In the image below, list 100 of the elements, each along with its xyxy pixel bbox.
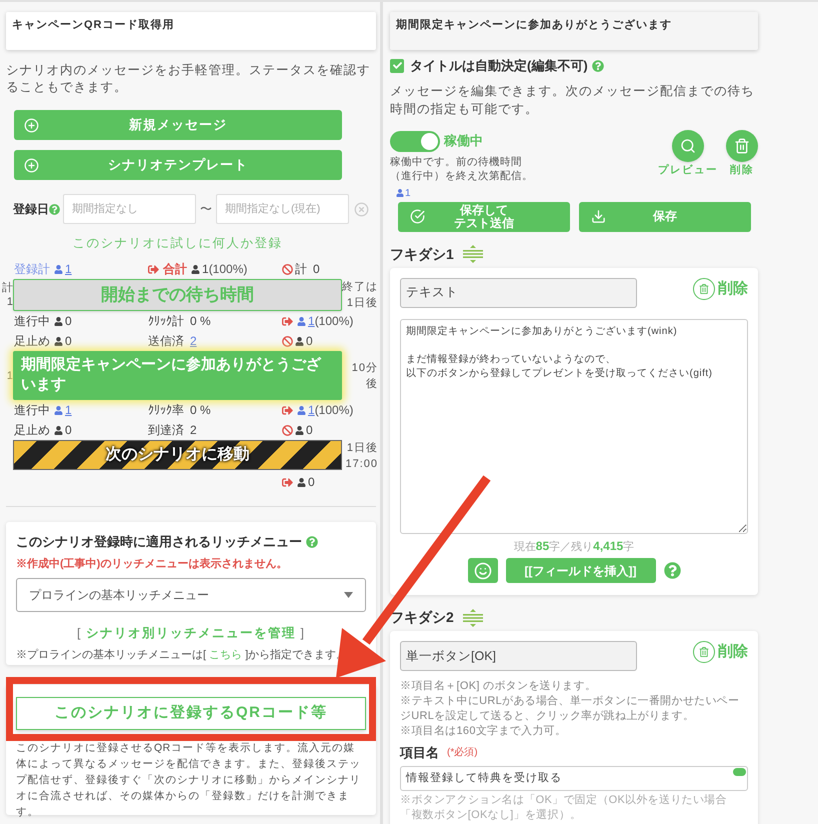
insert-field-button[interactable]: [[フィールドを挿入]]: [506, 558, 656, 583]
date-from-field[interactable]: 期間指定なし: [63, 194, 196, 224]
stat-link[interactable]: 1: [65, 401, 72, 419]
stat-label: 進行中: [14, 402, 50, 419]
trash-icon: [699, 284, 709, 294]
message-block[interactable]: 期間限定キャンペーンに参加ありがとうございます: [13, 351, 342, 400]
scenario-title-card: キャンペーンQRコード取得用: [6, 12, 376, 50]
hint-text: ※項目名＋[OK] のボタンを送ります。: [400, 679, 598, 694]
timing-note: 計: [2, 281, 13, 295]
stat-link[interactable]: 1: [308, 312, 315, 330]
stat-link[interactable]: 1: [65, 260, 72, 278]
timing-note: 1日後: [346, 441, 378, 456]
auto-title-checkbox[interactable]: [390, 58, 404, 73]
stat-label: 足止め: [14, 333, 50, 350]
status-note: 稼働中です。前の待機時間: [390, 154, 523, 168]
caret-icon: [344, 592, 353, 598]
char-counter: 現在85字／残り 4,415字: [512, 538, 636, 554]
qr-code-button[interactable]: このシナリオに登録するQRコード等: [16, 697, 366, 730]
stat-value: 1: [202, 261, 209, 278]
date-to-field[interactable]: 期間指定なし(現在): [216, 194, 349, 224]
person-icon: [396, 189, 404, 197]
help-icon[interactable]: [49, 204, 60, 214]
field-label: 登録日: [13, 201, 49, 218]
stat-label: 進行中: [14, 313, 50, 330]
delete-button[interactable]: 削除: [693, 641, 748, 664]
description-text: シナリオ内のメッセージをお手軽管理。ステータスを確認することもできます。: [6, 62, 372, 96]
stat-label: 送信済: [148, 333, 184, 350]
clear-icon[interactable]: [354, 202, 369, 216]
hint-text: ※項目名は160文字まで入力可。: [400, 724, 568, 739]
expand-handle[interactable]: [733, 768, 746, 776]
help-icon[interactable]: [306, 536, 318, 548]
reorder-icon[interactable]: [462, 608, 484, 626]
stat-value: 0 %: [190, 402, 211, 419]
help-icon[interactable]: [592, 60, 604, 72]
smile-icon: [474, 562, 492, 580]
message-textarea[interactable]: 期間限定キャンペーンに参加ありがとうございます(wink) まだ情報登録が終わっていないようなので、 以下のボタンから登録してプレゼントを受け取ってください(gift): [400, 318, 748, 534]
stat-value: 0: [306, 333, 313, 350]
item-name-field[interactable]: 情報登録して特典を受け取る: [400, 766, 748, 790]
status-toggle[interactable]: [390, 130, 440, 152]
stat-label: ｸﾘｯｸ計: [148, 313, 184, 330]
stat-label: ｸﾘｯｸ率: [148, 402, 184, 419]
stat-label: 足止め: [14, 422, 50, 439]
stat-label[interactable]: 登録計: [14, 260, 50, 278]
plus-icon: [24, 118, 39, 132]
preview-button[interactable]: プレビュー: [658, 130, 718, 182]
stat-value: 0: [313, 261, 320, 278]
stat-percent: (100%): [208, 261, 248, 278]
scenario-action-button[interactable]: シナリオテンプレート: [14, 150, 342, 180]
stat-label: 計: [295, 261, 307, 278]
search-icon: [680, 138, 696, 154]
warning-text: ※作成中(工事中)のリッチメニューは表示されません。: [16, 556, 288, 572]
stat-percent: (100%): [314, 313, 354, 330]
reorder-icon[interactable]: [462, 245, 484, 263]
hint-text: ※ボタンアクション名は「OK」で固定（OK以外を送りたい場合「複数ボタン[OKなし]」を選択）。: [400, 792, 728, 822]
range-separator: 〜: [200, 201, 212, 218]
scenario-action-button[interactable]: 新規メッセージ: [14, 110, 342, 140]
trash-icon: [734, 138, 750, 154]
stat-label: 到達済: [148, 422, 184, 439]
emoji-button[interactable]: [468, 558, 498, 583]
trial-register-link[interactable]: このシナリオに試しに何人か登録: [72, 236, 282, 250]
delete-button[interactable]: 削除: [693, 278, 748, 300]
plus-icon: [24, 158, 39, 172]
check-circle-icon: [410, 209, 425, 224]
save-button[interactable]: 保存: [579, 202, 751, 232]
stat-value: 0: [65, 313, 72, 330]
stat-value: 0 %: [190, 313, 211, 330]
stat-value: 2: [190, 422, 197, 439]
status-note: （進行中）を終え次第配信。: [390, 168, 533, 182]
timing-note: 1: [6, 368, 13, 382]
timing-note: 1日後: [346, 296, 378, 311]
timing-note: 終了は: [342, 280, 378, 295]
bubble-type-field[interactable]: 単一ボタン[OK]: [400, 641, 637, 671]
checkbox-label: タイトルは自動決定(編集不可): [410, 57, 588, 75]
description-text: メッセージを編集できます。次のメッセージ配信までの待ち時間の指定も可能です。: [390, 82, 756, 118]
save-test-button[interactable]: 保存して テスト送信: [398, 202, 570, 232]
stat-value: 0: [306, 422, 313, 439]
stat-link[interactable]: 1: [308, 401, 315, 419]
stat-value: 0: [308, 474, 315, 491]
required-mark: (*必須): [447, 746, 478, 760]
stat-link[interactable]: 2: [190, 332, 197, 350]
message-title-card: 期間限定キャンペーンに参加ありがとうございます: [390, 12, 758, 50]
help-icon[interactable]: [664, 562, 680, 579]
manage-menu-link[interactable]: [ シナリオ別リッチメニューを管理 ]: [77, 626, 305, 640]
check-icon: [392, 61, 402, 70]
timing-note: 10分: [352, 360, 378, 376]
timing-note: 1: [6, 295, 13, 309]
bubble-type-field[interactable]: テキスト: [400, 278, 637, 308]
stat-value: 0: [65, 333, 72, 350]
hint-text: ※テキスト中にURLがある場合、単一ボタンに一番開かせたいページURLを設定して送ると、クリック率が跳ね上がります。: [400, 694, 740, 724]
stat-value: 0: [65, 422, 72, 439]
wait-block[interactable]: 開始までの待ち時間: [13, 279, 342, 311]
recipient-count: 1: [405, 186, 411, 200]
rich-menu-select[interactable]: プロラインの基本リッチメニュー: [16, 578, 366, 612]
trash-icon: [699, 647, 709, 658]
qr-description: このシナリオに登録させるQRコード等を表示します。流入元の媒体によって異なるメッセージを配信できます。また、登録後ステップ配信せず、登録後すぐ「次のシナリオに移動」からメインシナリオに合流させれば、その媒体からの「登録数」だけを計測できます。: [16, 741, 362, 820]
timing-note: 後: [366, 376, 378, 392]
field-label: 項目名: [400, 744, 439, 762]
card-title: このシナリオ登録時に適用されるリッチメニュー: [16, 533, 302, 551]
here-link[interactable]: こちら: [209, 649, 242, 661]
status-label: 稼働中: [444, 132, 483, 150]
